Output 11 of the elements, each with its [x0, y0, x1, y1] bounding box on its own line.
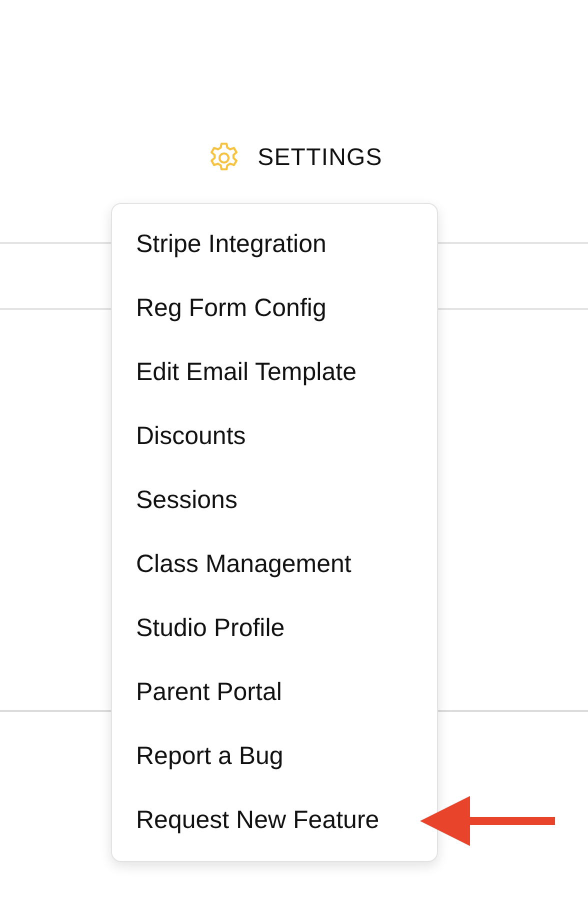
- menu-item[interactable]: Parent Portal: [112, 661, 437, 725]
- menu-item[interactable]: Class Management: [112, 533, 437, 597]
- menu-item[interactable]: Reg Form Config: [112, 277, 437, 341]
- menu-item[interactable]: Studio Profile: [112, 597, 437, 661]
- menu-item[interactable]: Request New Feature: [112, 789, 437, 853]
- menu-item[interactable]: Discounts: [112, 405, 437, 469]
- menu-item[interactable]: Edit Email Template: [112, 341, 437, 405]
- menu-item[interactable]: Report a Bug: [112, 725, 437, 789]
- menu-item[interactable]: Stripe Integration: [112, 213, 437, 277]
- settings-title: SETTINGS: [258, 143, 382, 173]
- menu-item[interactable]: Sessions: [112, 469, 437, 533]
